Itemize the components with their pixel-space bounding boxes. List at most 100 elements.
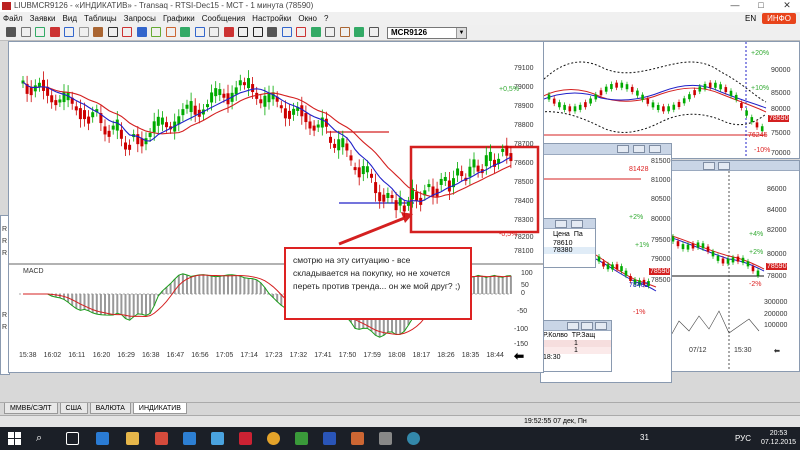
orders-icon[interactable] (165, 27, 176, 37)
cursor-icon[interactable] (6, 27, 16, 37)
rb-minimize-button[interactable] (703, 162, 715, 170)
mid-minimize-button[interactable] (617, 145, 629, 153)
trades-icon[interactable] (180, 27, 190, 37)
sum-icon[interactable] (252, 27, 263, 37)
status-bar: 19:52:55 07 дек, Пн (0, 415, 800, 427)
store-icon[interactable] (183, 432, 196, 445)
menu-view[interactable]: Вид (63, 12, 77, 25)
balance-icon[interactable] (267, 27, 277, 37)
candle-body (706, 246, 710, 252)
menu-help[interactable]: ? (324, 12, 328, 25)
minimize-button[interactable]: — (722, 0, 748, 12)
candle-body (357, 167, 361, 178)
orders-header-qty[interactable]: Р.Колво (543, 332, 568, 339)
quote-row-0[interactable]: 78610 (541, 240, 595, 247)
orders-close-button[interactable] (595, 322, 607, 330)
edge-icon[interactable] (96, 432, 109, 445)
line-icon[interactable] (64, 27, 74, 37)
channel-icon[interactable] (78, 27, 89, 37)
pdf-icon[interactable] (155, 432, 168, 445)
quote-row-1[interactable]: 78380 (541, 247, 595, 254)
candle-body (242, 82, 246, 86)
sigma-icon[interactable] (238, 27, 248, 37)
orders-header-protect[interactable]: ТР.Защ (572, 332, 595, 339)
stop-icon[interactable] (223, 27, 234, 37)
menu-orders[interactable]: Заявки (30, 12, 56, 25)
language-indicator[interactable]: EN (745, 14, 756, 23)
quote-header-qty[interactable]: Па (574, 231, 583, 238)
portfolio-icon[interactable] (194, 27, 205, 37)
scroll-back-arrow-icon[interactable]: ⬅ (514, 349, 524, 363)
menu-window[interactable]: Окно (298, 12, 317, 25)
mid-close-button[interactable] (649, 145, 661, 153)
news-icon[interactable] (209, 27, 219, 37)
word-icon[interactable] (323, 432, 336, 445)
clock[interactable]: 20:53 07.12.2015 (761, 429, 796, 447)
rb-arrow-icon[interactable]: ⬅ (774, 347, 780, 355)
app-blue-icon[interactable] (407, 432, 420, 445)
maximize-button[interactable]: □ (748, 0, 774, 12)
tray-counter[interactable]: 31 (640, 433, 649, 442)
windows-start-icon[interactable] (8, 432, 21, 445)
menu-file[interactable]: Файл (3, 12, 23, 25)
chrome-icon[interactable] (267, 432, 280, 445)
menu-charts[interactable]: Графики (163, 12, 195, 25)
candle-body (251, 84, 255, 93)
app-gray-icon[interactable] (379, 432, 392, 445)
quote-maximize-button[interactable] (571, 220, 583, 228)
rb-price-tag: 78590 (766, 263, 788, 270)
candle-body (750, 117, 754, 123)
explorer-icon[interactable] (126, 432, 139, 445)
info-button[interactable]: ИНФО (762, 13, 796, 24)
bars-icon[interactable] (310, 27, 321, 37)
tab-mmvb[interactable]: ММВБ/СЭЛТ (4, 403, 58, 414)
window-icon[interactable] (136, 27, 147, 37)
rb-maximize-button[interactable] (718, 162, 730, 170)
alert-icon[interactable] (354, 27, 364, 37)
mid-maximize-button[interactable] (633, 145, 645, 153)
delete-icon[interactable] (122, 27, 132, 37)
search-icon[interactable]: ⌕ (36, 432, 42, 445)
text-icon[interactable] (107, 27, 118, 37)
candle-body (476, 165, 480, 172)
skype-icon[interactable] (211, 432, 224, 445)
close-button[interactable]: ✕ (774, 0, 800, 12)
menu-messages[interactable]: Сообщения (202, 12, 245, 25)
candles-icon[interactable] (325, 27, 335, 37)
quote-icon[interactable] (281, 27, 292, 37)
app-green-icon[interactable] (295, 432, 308, 445)
candle-body (165, 122, 168, 128)
orders-minimize-button[interactable] (567, 322, 579, 330)
rt-label-1: +10% (751, 85, 770, 92)
menu-settings[interactable]: Настройки (252, 12, 291, 25)
orders-row-0[interactable]: 1 (541, 340, 611, 347)
quote-header-price[interactable]: Цена (553, 231, 570, 238)
app-red-icon[interactable] (239, 432, 252, 445)
menu-tables[interactable]: Таблицы (84, 12, 117, 25)
rt-tick-4: 70000 (771, 150, 791, 157)
task-view-icon[interactable] (66, 432, 79, 445)
menu-requests[interactable]: Запросы (124, 12, 156, 25)
language-tray[interactable]: РУС (735, 434, 751, 443)
tab-indicative[interactable]: ИНДИКАТИВ (132, 403, 187, 414)
tab-currency[interactable]: ВАЛЮТА (89, 403, 131, 414)
book-icon[interactable] (368, 27, 379, 37)
candle-body (662, 106, 665, 112)
ticker-select[interactable]: MCR9126 ▼ (387, 27, 467, 39)
tab-usa[interactable]: США (59, 403, 88, 414)
orders-row-1[interactable]: 1 (541, 347, 611, 354)
fib-icon[interactable] (93, 27, 103, 37)
crosshair-icon[interactable] (20, 27, 31, 37)
zoom-icon[interactable] (35, 27, 45, 37)
table-icon[interactable] (151, 27, 161, 37)
pencil-icon[interactable] (49, 27, 60, 37)
app-orange-icon[interactable] (351, 432, 364, 445)
orders-maximize-button[interactable] (581, 322, 593, 330)
quote-minimize-button[interactable] (555, 220, 567, 228)
candle-body (751, 266, 755, 272)
settings-icon[interactable] (339, 27, 350, 37)
chart-icon[interactable] (296, 27, 306, 37)
chevron-down-icon[interactable]: ▼ (456, 28, 466, 38)
candle-body (206, 104, 209, 108)
candle-body (234, 87, 238, 95)
